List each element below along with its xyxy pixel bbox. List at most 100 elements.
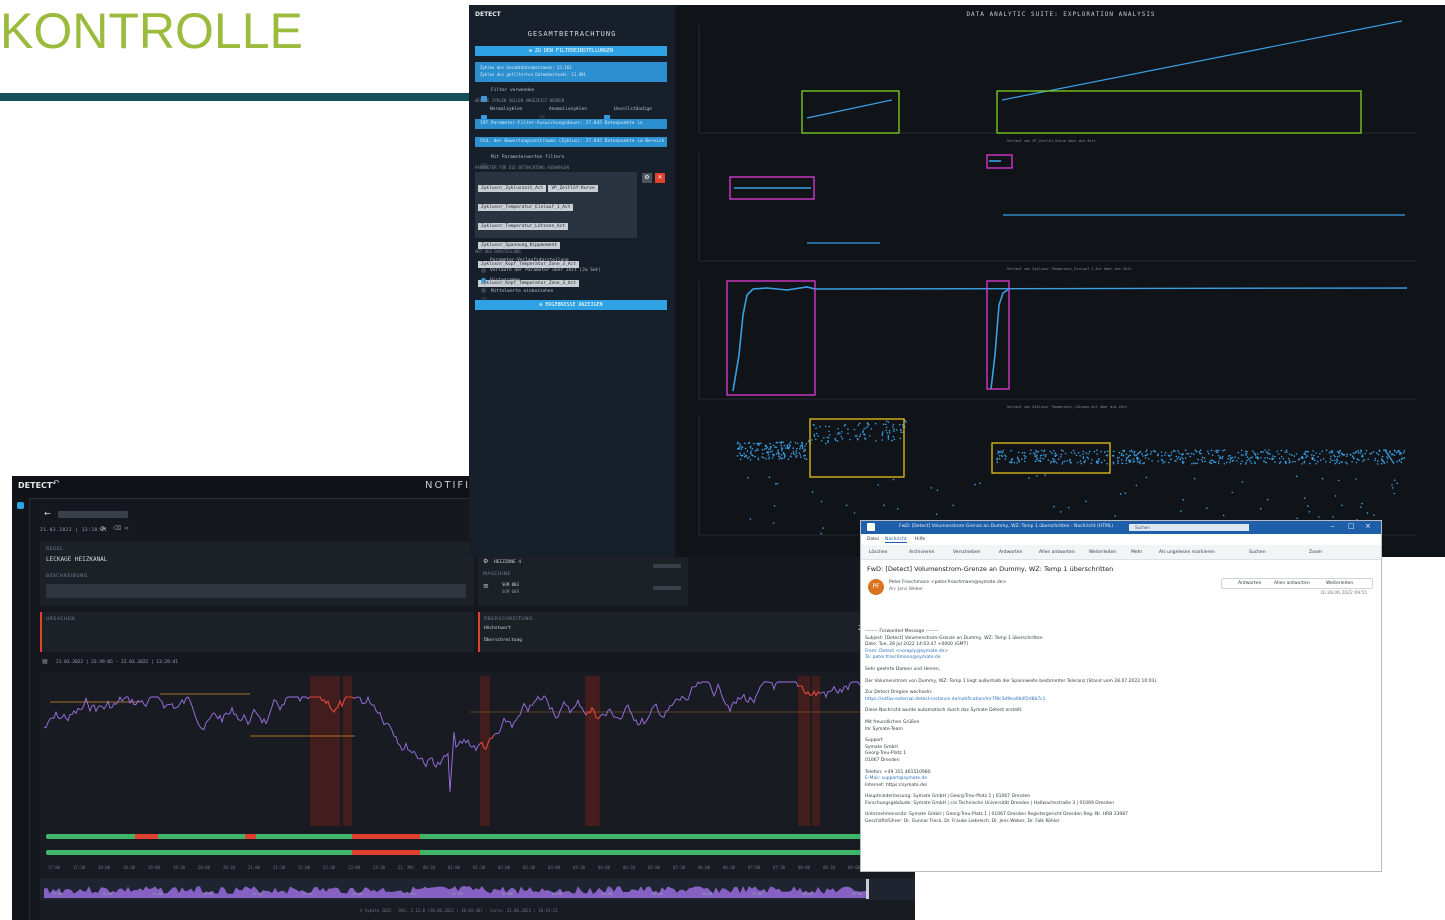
parameter-chip[interactable]: Zyklusnr_Temperatur_Einlauf_1_Act: [478, 204, 574, 211]
ribbon-mark-unread[interactable]: Als ungelesen markieren: [1159, 550, 1215, 555]
calendar-icon[interactable]: ▦: [42, 658, 48, 665]
scatter-point: [836, 433, 839, 435]
scatter-point: [1214, 450, 1216, 452]
display-section-label: ART DER DARSTELLUNG: [475, 249, 521, 254]
scatter-point: [779, 456, 782, 459]
scatter-point: [1187, 453, 1190, 455]
scatter-point: [1222, 449, 1224, 452]
close-icon[interactable]: ×: [1365, 522, 1371, 530]
mail-body-line[interactable]: https://xdfav-external.detect-instance.d…: [865, 697, 1365, 704]
x-tick-label: 19:30: [173, 865, 186, 870]
mail-recipient: An: Jens Weber: [889, 587, 924, 592]
ribbon-move[interactable]: Verschieben: [953, 550, 981, 555]
scatter-point: [1274, 455, 1276, 458]
x-tick-label: 17:00: [48, 865, 61, 870]
delete-icon[interactable]: ✕: [655, 173, 665, 183]
parameter-chip[interactable]: Zyklusnr_Spannung_Kippmoment: [478, 242, 560, 249]
ribbon-reply[interactable]: Antworten: [999, 550, 1022, 555]
parameter-chip[interactable]: Zyklusnr_Zykluszeit_Act: [478, 185, 547, 192]
trash-icon[interactable]: ⌫: [113, 525, 121, 532]
home-icon[interactable]: [17, 502, 24, 509]
scatter-point: [891, 439, 893, 442]
scatter-point: [1309, 462, 1311, 465]
scatter-point: [1295, 453, 1298, 455]
scatter-point: [1240, 454, 1243, 456]
scatter-point: [1280, 449, 1283, 452]
maximize-icon[interactable]: □: [1348, 522, 1355, 530]
scatter-point: [780, 454, 783, 456]
scatter-point: [1118, 456, 1120, 459]
parameter-chip[interactable]: Zyklusnr_Temperatur_Lötzone_Act: [478, 223, 568, 230]
scatter-point: [1145, 454, 1148, 457]
scatter-point: [1332, 516, 1334, 518]
scatter-point: [1178, 456, 1180, 458]
parameter-chip-list[interactable]: Zyklusnr_Zykluszeit_Act VP_Zeitlöf-Kurve …: [475, 172, 637, 287]
scatter-point: [1077, 452, 1080, 454]
share-icon[interactable]: ⋖: [124, 525, 129, 532]
scatter-point: [775, 441, 778, 444]
mail-body-line: Support: [865, 738, 883, 744]
scatter-point: [795, 452, 798, 454]
tab-file[interactable]: Datei: [867, 537, 879, 542]
params-section-label: PARAMETER FÜR DIE BETRACHTUNG AUSWÄHLEN: [475, 165, 569, 170]
machine-value-2: SGM 008: [502, 589, 519, 594]
scatter-point: [1210, 462, 1213, 465]
ribbon-find[interactable]: Suchen: [1249, 550, 1266, 555]
scatter-point: [885, 420, 888, 423]
forward-button[interactable]: Weiterleiten: [1326, 581, 1353, 586]
scatter-point: [1096, 462, 1099, 465]
reply-button[interactable]: Antworten: [1238, 581, 1261, 586]
scatter-point: [1245, 463, 1247, 465]
scatter-point: [790, 452, 793, 455]
scatter-point: [1196, 462, 1198, 465]
scatter-point: [1040, 449, 1043, 452]
filter-settings-button[interactable]: ⊕ ZU DEN FILTEREINSTELLUNGEN: [475, 46, 667, 56]
scatter-point: [1017, 451, 1020, 454]
mail-body-line[interactable]: To: peter.froschmann@symate.de: [865, 655, 1365, 662]
ribbon-reply-all[interactable]: Allen antworten: [1039, 550, 1075, 555]
breach-label: ÜBERSCHREITUNG: [484, 617, 533, 622]
scatter-point: [751, 448, 754, 450]
back-arrow-icon[interactable]: ↶: [52, 479, 60, 489]
mail-body-line[interactable]: E-Mail: support@symate.de: [865, 776, 1365, 783]
scatter-point: [778, 455, 780, 458]
scatter-point: [859, 435, 861, 438]
param-filter-checkbox[interactable]: [481, 154, 487, 173]
scatter-point: [1055, 462, 1058, 464]
scatter-point: [1339, 449, 1341, 452]
scatter-point: [1282, 457, 1285, 460]
ribbon-zoom[interactable]: Zoom: [1309, 550, 1322, 555]
scatter-point: [1100, 461, 1103, 464]
scatter-point: [1391, 460, 1394, 462]
scatter-point: [1378, 450, 1381, 453]
alarm-band: [343, 676, 352, 826]
refresh-icon[interactable]: ⟳: [100, 525, 106, 533]
x-tick-label: 22:30: [323, 865, 336, 870]
settings-icon[interactable]: ⚙: [642, 173, 652, 183]
scatter-point: [1239, 462, 1242, 465]
ribbon-archive[interactable]: Archivieren: [909, 550, 934, 555]
scatter-point: [1262, 451, 1264, 453]
back-arrow-icon[interactable]: ←: [44, 509, 51, 518]
parameter-chip[interactable]: VP_Zeitlöf-Kurve: [548, 185, 598, 192]
tab-message[interactable]: Nachricht: [885, 537, 907, 543]
reply-all-button[interactable]: Allen antworten: [1274, 581, 1310, 586]
ribbon-forward[interactable]: Weiterleiten: [1089, 550, 1116, 555]
scatter-point: [1018, 460, 1021, 463]
scatter-point: [1107, 450, 1109, 453]
use-filter-checkbox[interactable]: [481, 87, 487, 106]
ribbon-delete[interactable]: Löschen: [869, 550, 887, 555]
scatter-point: [893, 430, 895, 432]
scatter-point: [1200, 452, 1202, 455]
mail-search-input[interactable]: Suchen: [1129, 524, 1249, 531]
ribbon-more[interactable]: Mehr: [1131, 550, 1142, 555]
minimize-icon[interactable]: –: [1331, 522, 1335, 530]
tab-help[interactable]: Hilfe: [915, 537, 925, 542]
scatter-point: [1130, 449, 1133, 452]
show-results-button[interactable]: ⊕ ERGEBNISSE ANZEIGEN: [475, 300, 667, 310]
scatter-point: [900, 429, 902, 432]
scatter-point: [768, 458, 770, 460]
mail-sender[interactable]: Peter Froschmann <peter.froschmann@symat…: [889, 580, 1006, 585]
scatter-point: [1073, 452, 1076, 454]
scatter-point: [1080, 462, 1083, 465]
